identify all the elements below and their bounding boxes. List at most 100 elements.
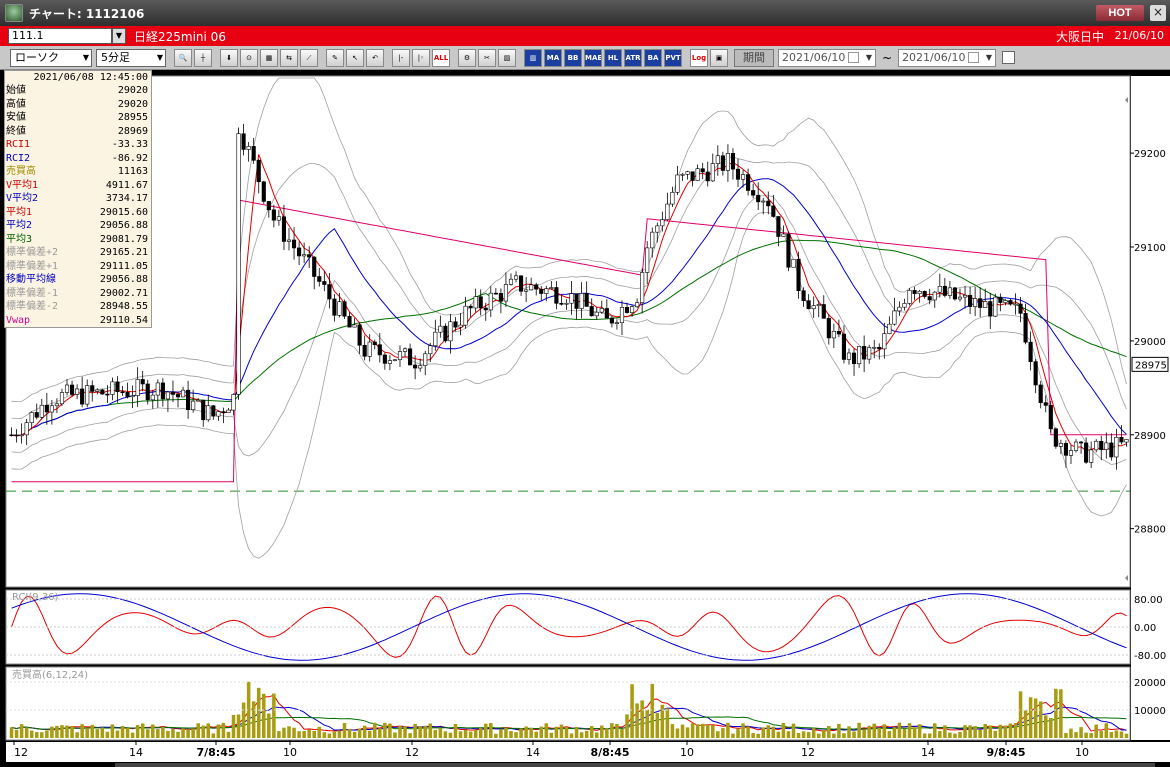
atr-icon[interactable]: ATR	[624, 48, 642, 67]
candle-body	[993, 296, 998, 317]
candle-body	[150, 394, 155, 401]
undo-icon[interactable]: ↶	[366, 48, 384, 67]
tool-icon[interactable]: ✂	[478, 48, 496, 67]
volume-bar	[337, 730, 342, 738]
bar-chart-icon[interactable]: |◦	[412, 48, 430, 67]
close-icon[interactable]: ×	[1150, 5, 1166, 21]
price-tick-label: 29000	[1134, 337, 1166, 348]
cursor-icon[interactable]: ↖	[346, 48, 364, 67]
color-icon[interactable]: ▨	[498, 48, 516, 67]
candle-body	[1124, 439, 1129, 443]
info-value: -86.92	[111, 152, 148, 164]
candle-body	[1023, 313, 1028, 343]
chart-type-select[interactable]: ローソク ▼	[10, 48, 92, 67]
log-icon[interactable]: Log	[690, 48, 708, 67]
symbol-input[interactable]: 111.1	[8, 28, 112, 44]
volume-bar	[231, 714, 236, 738]
info-row: RCI1 -33.33	[5, 138, 151, 152]
info-row: 売買高 11163	[5, 165, 151, 179]
candle-body	[629, 306, 635, 313]
crosshair-icon[interactable]: ┼	[194, 48, 212, 67]
volume-bar	[832, 733, 836, 738]
volume-bar	[882, 724, 887, 738]
price-chart[interactable]: 29200 29100 29000 28900 28800 28975 12 14 7/8:45…	[0, 70, 1170, 767]
candle-body	[196, 399, 201, 402]
volume-bar	[398, 725, 402, 738]
candle-body	[559, 303, 564, 305]
candle-body	[266, 201, 271, 211]
candle-body	[897, 306, 902, 312]
candle-body	[276, 216, 281, 221]
bb-icon[interactable]: BB	[564, 48, 582, 67]
date-from-value: 2021/06/10	[782, 50, 846, 64]
ba-icon[interactable]: BA	[644, 48, 662, 67]
bar-icon[interactable]: ▦	[260, 48, 278, 67]
candle-body	[962, 294, 968, 298]
candle-body	[428, 345, 433, 355]
export-icon[interactable]: ▣	[710, 48, 728, 67]
date-to-field[interactable]: 2021/06/10 ▼	[898, 48, 997, 67]
magnet-icon[interactable]: ⊙	[240, 48, 258, 67]
candle-body	[186, 389, 191, 411]
volume-bar	[948, 732, 952, 738]
calendar-icon[interactable]	[848, 51, 859, 63]
date-from-field[interactable]: 2021/06/10 ▼	[778, 48, 876, 67]
zoom-icon[interactable]: 🔍	[174, 48, 192, 67]
settings-icon[interactable]: ⚙	[458, 48, 476, 67]
volume-bar	[186, 729, 190, 738]
calendar-icon[interactable]	[968, 51, 980, 63]
line-icon[interactable]: ⟋	[300, 48, 318, 67]
volume-bar	[357, 728, 362, 738]
time-tick-label: 10	[283, 746, 297, 759]
ma-icon[interactable]: MA	[544, 48, 562, 67]
volume-bar	[594, 732, 599, 738]
info-value: 29165.21	[99, 247, 148, 258]
info-label: 平均2	[6, 220, 33, 231]
volume-icon[interactable]: ▥	[524, 48, 542, 67]
pvt-icon[interactable]: PVT	[664, 48, 682, 67]
symbol-dropdown-icon[interactable]: ▼	[112, 28, 126, 44]
volume-bar	[872, 723, 876, 738]
volume-bar	[282, 727, 286, 738]
candle-body	[549, 287, 554, 289]
tool-buttons: 🔍 ┼ ⬇ ⊙ ▦ ⇆ ⟋ ✎ ↖ ↶ |‑ |◦ ALL ⚙ ✂ ▨ ▥ MA BB MAE HL ATR BA PVT Lo…	[172, 48, 728, 67]
info-label: 売買高	[6, 166, 36, 177]
window-title: チャート: 1112106	[29, 6, 145, 21]
interval-select[interactable]: 5分足 ▼	[96, 48, 166, 67]
candle-body	[1068, 450, 1074, 456]
volume-bar	[741, 723, 745, 738]
candle-body	[256, 159, 261, 183]
rci-label: RCI(9,36)	[12, 592, 59, 603]
candle-body	[493, 292, 498, 295]
volume-bar	[605, 728, 609, 738]
mae-icon[interactable]: MAE	[584, 48, 602, 67]
volume-bar	[408, 733, 412, 738]
hl-icon[interactable]: HL	[604, 48, 622, 67]
candle-body	[312, 256, 317, 277]
volume-bar	[438, 727, 443, 738]
volume-bar	[610, 723, 614, 738]
volume-bar	[544, 723, 549, 738]
pen-icon[interactable]: ✎	[326, 48, 344, 67]
period-button[interactable]: 期間	[734, 48, 774, 67]
draw-icon[interactable]: ⬇	[220, 48, 238, 67]
hot-button[interactable]: HOT	[1096, 5, 1144, 21]
horizontal-scrollbar	[115, 763, 1155, 767]
candle-body	[902, 303, 907, 308]
candle-body	[473, 296, 478, 309]
volume-bar	[1054, 688, 1058, 738]
volume-bar	[665, 708, 670, 738]
candle-body	[609, 317, 614, 324]
candle-body	[1058, 443, 1063, 447]
chart-area[interactable]: 29200 29100 29000 28900 28800 28975 12 14 7/8:45…	[0, 70, 1170, 767]
volume-bar	[166, 730, 170, 738]
range-checkbox[interactable]	[1002, 51, 1016, 64]
volume-bar	[85, 728, 89, 738]
compare-icon[interactable]: ⇆	[280, 48, 298, 67]
candle-body	[705, 171, 710, 182]
all-icon[interactable]: ALL	[432, 48, 450, 67]
candle-icon[interactable]: |‑	[392, 48, 410, 67]
info-label: 標準偏差-1	[6, 287, 59, 299]
volume-bar	[463, 729, 468, 738]
candle-body	[191, 400, 196, 411]
